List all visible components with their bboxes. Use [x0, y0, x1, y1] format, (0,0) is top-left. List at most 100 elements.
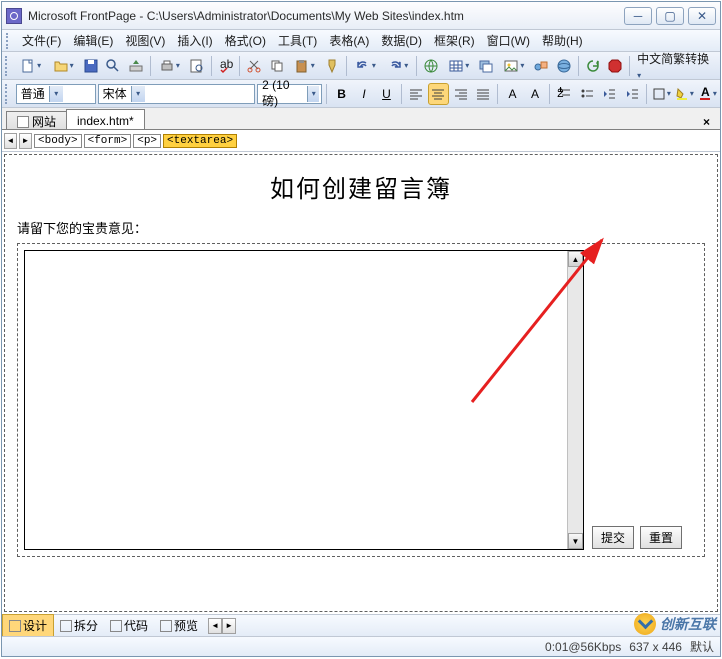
numbered-list-button[interactable]: 12: [554, 83, 574, 105]
window-title: Microsoft FrontPage - C:\Users\Administr…: [28, 9, 624, 23]
statusbar: 0:01@56Kbps 637 x 446 默认: [2, 636, 720, 656]
style-combo[interactable]: 普通: [16, 84, 96, 104]
increase-font-button[interactable]: A: [502, 83, 522, 105]
preview-button[interactable]: [186, 55, 208, 77]
page-body[interactable]: 如何创建留言簿 请留下您的宝贵意见： ▲ ▼ 提交 重置: [4, 154, 718, 612]
stop-button[interactable]: [604, 55, 626, 77]
highlight-button[interactable]: [674, 83, 695, 105]
textarea-scrollbar[interactable]: ▲ ▼: [567, 251, 583, 549]
menu-insert[interactable]: 插入(I): [171, 30, 218, 51]
size-combo[interactable]: 2 (10 磅): [257, 84, 322, 104]
view-split[interactable]: 拆分: [54, 615, 104, 636]
style-value: 普通: [21, 85, 45, 102]
tag-body[interactable]: <body>: [34, 134, 82, 148]
textarea-field[interactable]: ▲ ▼: [24, 250, 584, 550]
view-prev[interactable]: ◄: [208, 618, 222, 634]
status-dims: 637 x 446: [629, 640, 682, 654]
size-value: 2 (10 磅): [262, 78, 303, 109]
drawing-button[interactable]: [531, 55, 553, 77]
tag-p[interactable]: <p>: [133, 134, 161, 148]
convert-button[interactable]: 中文简繁转换: [633, 50, 718, 81]
bulleted-list-button[interactable]: [577, 83, 597, 105]
increase-indent-button[interactable]: [622, 83, 642, 105]
scroll-down-button[interactable]: ▼: [568, 533, 583, 549]
format-painter-button[interactable]: [321, 55, 343, 77]
paste-button[interactable]: [289, 55, 320, 77]
align-center-button[interactable]: [428, 83, 448, 105]
watermark: 创新互联: [634, 613, 716, 635]
menu-table[interactable]: 表格(A): [323, 30, 375, 51]
reset-button[interactable]: 重置: [640, 526, 682, 549]
breadcrumb-next[interactable]: ►: [19, 133, 32, 149]
menu-tools[interactable]: 工具(T): [272, 30, 323, 51]
watermark-text: 创新互联: [660, 614, 716, 634]
spellcheck-button[interactable]: ab: [215, 55, 237, 77]
font-value: 宋体: [103, 85, 127, 102]
formatting-toolbar: 普通 宋体 2 (10 磅) B I U A A 12 A: [2, 80, 720, 108]
titlebar: Microsoft FrontPage - C:\Users\Administr…: [2, 2, 720, 30]
underline-button[interactable]: U: [376, 83, 396, 105]
tag-textarea[interactable]: <textarea>: [163, 134, 237, 148]
menu-window[interactable]: 窗口(W): [481, 30, 536, 51]
tab-file[interactable]: index.htm*: [66, 109, 145, 129]
publish-button[interactable]: [125, 55, 147, 77]
view-preview[interactable]: 预览: [154, 615, 204, 636]
view-code[interactable]: 代码: [104, 615, 154, 636]
decrease-font-button[interactable]: A: [525, 83, 545, 105]
cut-button[interactable]: [243, 55, 265, 77]
bold-button[interactable]: B: [331, 83, 351, 105]
web-component-button[interactable]: [420, 55, 442, 77]
standard-toolbar: ab 中文简繁转换: [2, 52, 720, 80]
refresh-button[interactable]: [582, 55, 604, 77]
menu-frame[interactable]: 框架(R): [428, 30, 481, 51]
font-combo[interactable]: 宋体: [98, 84, 256, 104]
page-prompt[interactable]: 请留下您的宝贵意见：: [17, 214, 705, 241]
svg-text:2: 2: [557, 87, 564, 100]
insert-picture-button[interactable]: [498, 55, 529, 77]
menu-format[interactable]: 格式(O): [219, 30, 272, 51]
form-container[interactable]: ▲ ▼ 提交 重置: [17, 243, 705, 557]
tab-website[interactable]: 网站: [6, 111, 67, 129]
decrease-indent-button[interactable]: [599, 83, 619, 105]
menu-help[interactable]: 帮助(H): [536, 30, 589, 51]
design-icon: [9, 620, 21, 632]
hyperlink-button[interactable]: [553, 55, 575, 77]
new-button[interactable]: [15, 55, 46, 77]
close-tab-button[interactable]: ×: [697, 115, 716, 129]
scroll-up-button[interactable]: ▲: [568, 251, 583, 267]
copy-button[interactable]: [266, 55, 288, 77]
align-left-button[interactable]: [406, 83, 426, 105]
minimize-button[interactable]: ─: [624, 7, 652, 25]
menu-view[interactable]: 视图(V): [119, 30, 171, 51]
align-justify-button[interactable]: [473, 83, 493, 105]
maximize-button[interactable]: ▢: [656, 7, 684, 25]
close-button[interactable]: ✕: [688, 7, 716, 25]
menubar: 文件(F) 编辑(E) 视图(V) 插入(I) 格式(O) 工具(T) 表格(A…: [2, 30, 720, 52]
redo-button[interactable]: [382, 55, 413, 77]
split-icon: [60, 620, 72, 632]
breadcrumb-prev[interactable]: ◄: [4, 133, 17, 149]
align-right-button[interactable]: [451, 83, 471, 105]
view-design[interactable]: 设计: [2, 614, 54, 637]
search-button[interactable]: [102, 55, 124, 77]
tag-breadcrumb: ◄ ► <body> <form> <p> <textarea>: [2, 130, 720, 152]
menu-file[interactable]: 文件(F): [16, 30, 67, 51]
page-heading[interactable]: 如何创建留言簿: [17, 165, 705, 214]
menu-edit[interactable]: 编辑(E): [67, 30, 119, 51]
undo-button[interactable]: [350, 55, 381, 77]
print-button[interactable]: [154, 55, 185, 77]
border-button[interactable]: [651, 83, 672, 105]
preview-icon: [160, 620, 172, 632]
italic-button[interactable]: I: [354, 83, 374, 105]
open-button[interactable]: [47, 55, 78, 77]
submit-button[interactable]: 提交: [592, 526, 634, 549]
code-icon: [110, 620, 122, 632]
font-color-button[interactable]: A: [697, 83, 718, 105]
table-button[interactable]: [443, 55, 474, 77]
save-button[interactable]: [80, 55, 102, 77]
menu-data[interactable]: 数据(D): [375, 30, 428, 51]
tag-form[interactable]: <form>: [84, 134, 132, 148]
view-next[interactable]: ►: [222, 618, 236, 634]
document-tabs: 网站 index.htm* ×: [2, 108, 720, 130]
layer-button[interactable]: [476, 55, 498, 77]
